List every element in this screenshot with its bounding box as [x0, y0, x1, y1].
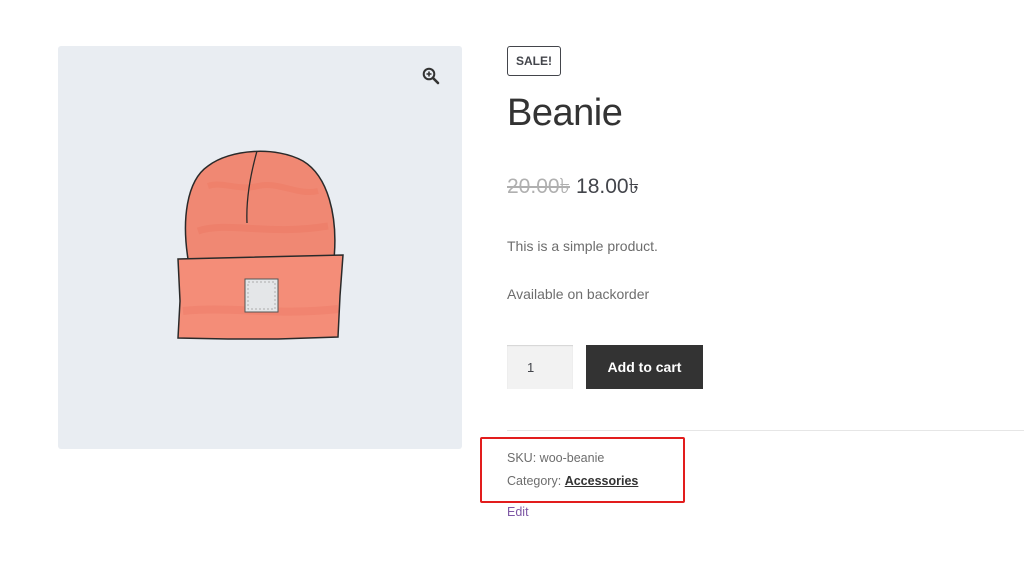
quantity-input[interactable]	[507, 345, 573, 389]
beanie-image[interactable]	[168, 141, 348, 356]
edit-link[interactable]: Edit	[507, 505, 529, 519]
meta-highlight-box	[480, 437, 685, 503]
product-title: Beanie	[507, 92, 623, 134]
divider	[507, 430, 1024, 431]
add-to-cart-button[interactable]: Add to cart	[586, 345, 703, 389]
sale-price: 18.00৳	[576, 175, 640, 198]
zoom-in-icon[interactable]	[416, 61, 446, 91]
product-gallery	[58, 46, 462, 449]
product-page: SALE! Beanie 20.00৳ 18.00৳ This is a simp…	[0, 0, 1024, 569]
product-price: 20.00৳ 18.00৳	[507, 174, 639, 200]
stock-status: Available on backorder	[507, 286, 650, 302]
regular-price: 20.00৳	[507, 175, 571, 198]
product-description: This is a simple product.	[507, 238, 658, 254]
sale-badge: SALE!	[507, 46, 561, 76]
